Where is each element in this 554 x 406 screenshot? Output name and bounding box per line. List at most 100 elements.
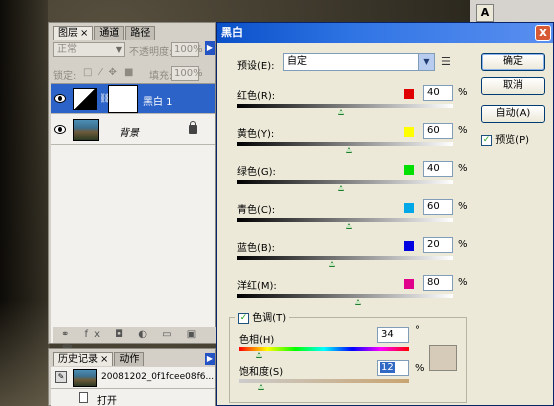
chevron-down-icon: ▼ [418, 54, 434, 70]
saturation-input[interactable]: 12 [377, 360, 409, 376]
panel-menu-icon[interactable]: ▶ [205, 353, 215, 365]
slider-track[interactable] [237, 218, 453, 222]
layer-row-bw[interactable]: ⛓ 黑白 1 [51, 84, 215, 114]
slider-label: 青色(C): [237, 205, 276, 216]
history-panel-tabs: 历史记录 × 动作 [53, 352, 145, 366]
saturation-slider-track[interactable] [239, 379, 409, 383]
slider-blue: 蓝色(B): 20 % [237, 237, 468, 277]
slider-red: 红色(R): 40 % [237, 85, 468, 125]
layer-row-background[interactable]: 背景 [51, 115, 215, 145]
canvas-highlight [0, 300, 50, 406]
tint-color-swatch[interactable] [429, 345, 457, 371]
percent-sign: % [458, 277, 468, 288]
layer-name: 背景 [119, 128, 139, 139]
color-swatch [404, 165, 414, 175]
ok-button[interactable]: 确定 [481, 53, 545, 71]
layer-name: 黑白 1 [143, 97, 173, 108]
close-icon[interactable]: × [100, 354, 108, 365]
fill-label: 填充: [149, 71, 173, 82]
preset-options-icon[interactable]: ☰ [441, 55, 451, 68]
slider-track[interactable] [237, 104, 453, 108]
percent-sign: % [458, 163, 468, 174]
chevron-down-icon: ▼ [115, 45, 122, 54]
percent-sign: % [415, 363, 425, 374]
color-swatch [404, 279, 414, 289]
hue-slider-thumb[interactable] [256, 352, 262, 358]
fill-input[interactable]: 100% [171, 66, 203, 81]
color-swatch [404, 203, 414, 213]
tab-history[interactable]: 历史记录 × [53, 352, 114, 366]
preview-checkbox[interactable]: ✓ 预览(P) [481, 131, 529, 146]
slider-thumb[interactable] [346, 223, 353, 229]
visibility-eye-icon[interactable] [54, 94, 66, 103]
opacity-input[interactable]: 100% [171, 42, 203, 57]
history-panel: 历史记录 × 动作 ▶ ✎ 20081202_0f1fcee08f6... 打开 [48, 348, 216, 406]
slider-thumb[interactable] [337, 185, 344, 191]
document-icon [79, 392, 88, 403]
layer-mask-thumbnail[interactable] [108, 85, 138, 113]
checkbox-tint[interactable]: ✓ [238, 312, 249, 324]
slider-value-input[interactable]: 40 [423, 85, 453, 101]
snapshot-row[interactable]: ✎ 20081202_0f1fcee08f6... [51, 367, 215, 389]
hue-slider-track[interactable] [239, 347, 409, 351]
panel-menu-icon[interactable]: ▶ [205, 41, 215, 55]
saturation-slider-thumb[interactable] [258, 384, 264, 390]
adjustment-layer-icon [73, 88, 97, 110]
hue-label: 色相(H) [239, 335, 275, 346]
slider-track[interactable] [237, 142, 453, 146]
slider-value-input[interactable]: 80 [423, 275, 453, 291]
color-swatch [404, 241, 414, 251]
slider-value-input[interactable]: 60 [423, 199, 453, 215]
slider-track[interactable] [237, 294, 453, 298]
percent-sign: % [458, 87, 468, 98]
slider-value-input[interactable]: 20 [423, 237, 453, 253]
opacity-label: 不透明度: [129, 47, 173, 58]
blend-mode-select[interactable]: 正常 ▼ [53, 42, 125, 57]
layer-thumbnail [73, 119, 99, 141]
lock-icon [189, 121, 197, 134]
tint-checkbox[interactable]: ✓ 色调(T) [235, 309, 290, 324]
blend-row: 正常 ▼ 不透明度: 100% [53, 42, 203, 58]
checkbox-preview[interactable]: ✓ [481, 134, 492, 146]
tab-layers[interactable]: 图层 × [53, 26, 94, 40]
slider-thumb[interactable] [337, 109, 344, 115]
history-brush-icon[interactable]: ✎ [55, 371, 67, 383]
tab-channels[interactable]: 通道 [94, 26, 125, 40]
color-swatch [404, 127, 414, 137]
close-icon[interactable]: × [80, 28, 88, 39]
preset-label: 预设(E): [237, 61, 275, 72]
history-step-open[interactable]: 打开 [51, 390, 215, 406]
slider-label: 红色(R): [237, 91, 276, 102]
slider-thumb[interactable] [354, 299, 361, 305]
cancel-button[interactable]: 取消 [481, 77, 545, 95]
saturation-label: 饱和度(S) [239, 367, 284, 378]
layers-footer-icons[interactable]: ⚭ fx ◘ ◐ ▭ ▣ 🗑 [53, 327, 217, 356]
lock-icons[interactable]: □ ⁄ ✥ ■ [83, 67, 135, 78]
visibility-eye-icon[interactable] [54, 125, 66, 134]
slider-value-input[interactable]: 60 [423, 123, 453, 139]
lock-label: 锁定: [53, 71, 77, 82]
slider-label: 洋红(M): [237, 281, 277, 292]
slider-thumb[interactable] [329, 261, 336, 267]
slider-cyan: 青色(C): 60 % [237, 199, 468, 239]
slider-value-input[interactable]: 40 [423, 161, 453, 177]
hue-input[interactable]: 34 [377, 327, 409, 343]
close-button[interactable]: x [535, 25, 551, 41]
tab-actions[interactable]: 动作 [114, 352, 145, 366]
lock-row: 锁定: □ ⁄ ✥ ■ 填充: 100% [53, 66, 203, 82]
text-tool-icon[interactable]: A [476, 4, 494, 22]
slider-thumb[interactable] [346, 147, 353, 153]
slider-track[interactable] [237, 256, 453, 260]
preset-select[interactable]: 自定 ▼ [283, 53, 435, 71]
snapshot-thumbnail [73, 369, 97, 387]
slider-green: 绿色(G): 40 % [237, 161, 468, 201]
dialog-titlebar[interactable]: 黑白 [217, 23, 553, 43]
auto-button[interactable]: 自动(A) [481, 105, 545, 123]
slider-track[interactable] [237, 180, 453, 184]
percent-sign: % [458, 125, 468, 136]
layers-panel: 图层 × 通道 路径 ▶ 正常 ▼ 不透明度: 100% 锁定: □ ⁄ ✥ ■ … [48, 22, 217, 356]
tab-paths[interactable]: 路径 [125, 26, 156, 40]
percent-sign: % [458, 239, 468, 250]
slider-label: 绿色(G): [237, 167, 276, 178]
color-swatch [404, 89, 414, 99]
